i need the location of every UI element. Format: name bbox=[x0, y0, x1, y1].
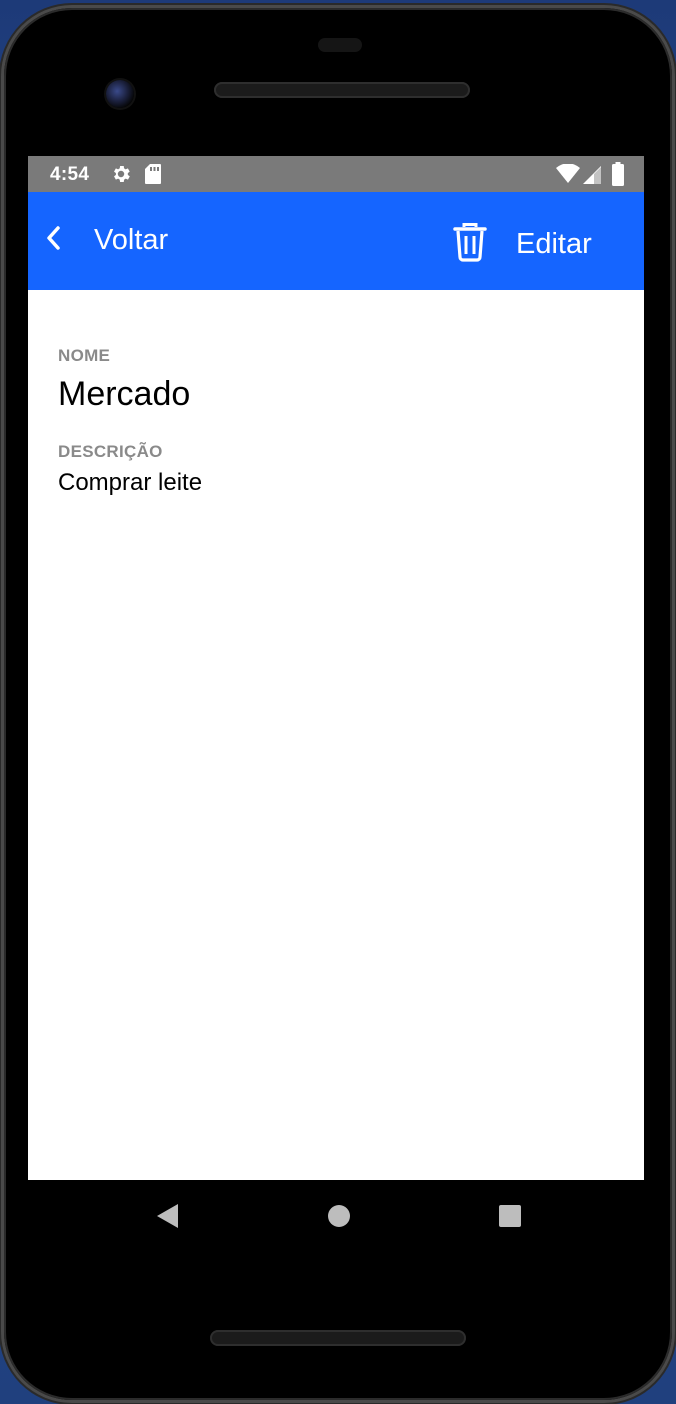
description-label: DESCRIÇÃO bbox=[58, 442, 163, 461]
trash-icon bbox=[452, 223, 488, 266]
app-bar: Voltar Editar bbox=[28, 192, 644, 290]
device-screen: 4:54 Voltar Editar NOME Mercado DESCRIÇÃ… bbox=[28, 156, 644, 1180]
battery-icon bbox=[612, 162, 624, 191]
bottom-speaker bbox=[210, 1330, 466, 1346]
front-camera bbox=[106, 80, 134, 108]
description-value: Comprar leite bbox=[58, 469, 203, 496]
chevron-left-icon bbox=[44, 225, 62, 256]
status-time: 4:54 bbox=[50, 164, 90, 185]
name-label: NOME bbox=[58, 346, 111, 365]
navigation-bar bbox=[28, 1180, 644, 1252]
back-triangle-icon[interactable] bbox=[154, 1202, 180, 1235]
back-button[interactable]: Voltar bbox=[44, 220, 168, 260]
proximity-sensor bbox=[318, 38, 362, 52]
wifi-icon bbox=[556, 163, 580, 189]
detail-content: NOME Mercado DESCRIÇÃO Comprar leite bbox=[58, 346, 618, 498]
gear-icon bbox=[110, 163, 132, 190]
recents-square-icon[interactable] bbox=[498, 1204, 522, 1233]
earpiece-speaker bbox=[214, 82, 470, 98]
sd-card-icon bbox=[144, 163, 162, 190]
delete-button[interactable] bbox=[452, 222, 488, 262]
status-bar: 4:54 bbox=[28, 156, 644, 192]
signal-icon bbox=[582, 165, 602, 190]
name-value: Mercado bbox=[58, 375, 191, 413]
home-circle-icon[interactable] bbox=[326, 1203, 352, 1234]
back-label: Voltar bbox=[94, 223, 169, 256]
edit-button[interactable]: Editar bbox=[516, 228, 592, 261]
